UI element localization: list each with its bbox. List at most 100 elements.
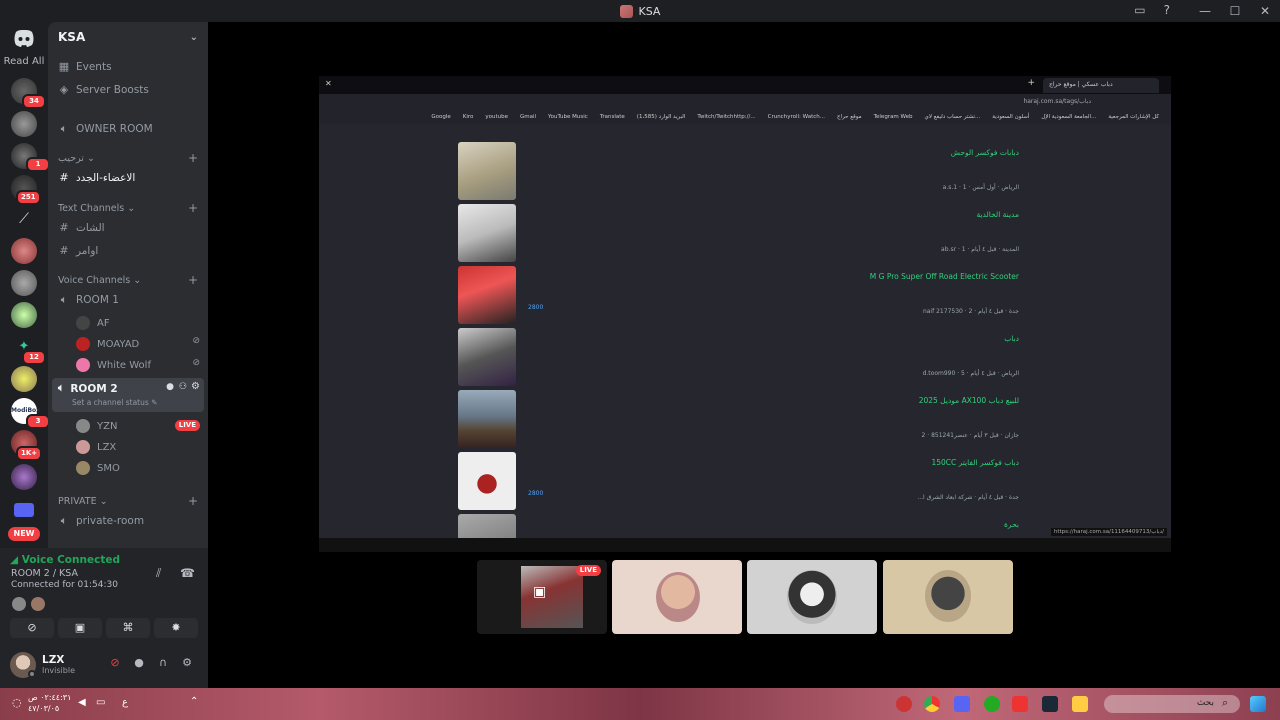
list-item[interactable]: بحرة [458,514,1019,538]
help-icon[interactable]: ? [1164,3,1170,17]
add-channel-icon[interactable]: + [188,151,198,165]
headphones-icon[interactable]: ∩ [154,656,172,669]
listing-thumbnail[interactable] [458,328,516,386]
channel-commands[interactable]: # اوامر [58,244,98,257]
disconnect-icon[interactable]: ☎ [180,566,195,580]
listing-title[interactable]: بحرة [1004,520,1019,529]
server-icon[interactable] [11,464,37,490]
guild-header[interactable]: KSA ⌄ [48,22,208,52]
close-icon[interactable]: ✕ [325,79,332,88]
camera-off-icon[interactable]: ⊘ [106,656,124,669]
category-voice-channels[interactable]: Voice Channels ⌄ [58,275,141,286]
list-item[interactable]: M G Pro Super Off Road Electric Scooter … [458,266,1019,326]
xbox-icon[interactable] [984,696,1000,712]
inbox-icon[interactable]: ▭ [1134,3,1145,17]
chevron-up-icon[interactable]: ⌃ [190,696,198,707]
server-icon[interactable] [11,238,37,264]
listing-thumbnail[interactable] [458,390,516,448]
gear-icon[interactable]: ⚙ [191,381,200,392]
voice-user[interactable]: SMO [76,461,120,475]
server-icon[interactable] [11,302,37,328]
events-item[interactable]: ▦ Events [58,60,112,73]
maximize-button[interactable]: ☐ [1220,4,1250,18]
listing-title[interactable]: مدينة الخالدية [976,210,1019,219]
list-item[interactable]: دبابات فوكسر الوحش الرياض · أول أمس · a.… [458,142,1019,202]
notification-icon[interactable]: ◌ [12,696,22,709]
server-icon[interactable] [11,111,37,137]
server-icon[interactable] [11,366,37,392]
listing-thumbnail[interactable] [458,266,516,324]
category-welcome[interactable]: ترحيب ⌄ [58,153,95,164]
add-channel-icon[interactable]: + [188,494,198,508]
listing-title[interactable]: للبيع دباب AX100 موديل 2025 [919,396,1019,405]
participant-tile[interactable] [883,560,1013,634]
list-item[interactable]: للبيع دباب AX100 موديل 2025 جازان · قبل … [458,390,1019,450]
noise-suppression-icon[interactable]: ⫽ [156,566,161,581]
listing-title[interactable]: M G Pro Super Off Road Electric Scooter [870,272,1019,281]
add-user-icon[interactable]: ⚇ [179,382,187,392]
channel-chat[interactable]: # الشات [58,221,104,234]
minimize-button[interactable]: — [1190,4,1220,18]
gear-icon[interactable]: ⚙ [178,656,196,669]
category-private[interactable]: PRIVATE ⌄ [58,496,108,507]
streamed-browser[interactable]: ✕ + دباب عسكي | موقع حراج haraj.com.sa/t… [319,76,1171,552]
server-icon[interactable] [11,270,37,296]
language-icon[interactable]: ع [122,697,128,708]
microphone-icon[interactable]: ● [130,656,148,669]
chat-icon[interactable]: ● [166,382,174,392]
server-boosts-item[interactable]: ◈ Server Boosts [58,83,149,96]
windows-start-icon[interactable] [1250,696,1266,712]
address-input[interactable]: haraj.com.sa/tags/دباب [1023,98,1091,105]
chrome-icon[interactable] [924,696,940,712]
soundboard-button[interactable]: ✸ [154,618,198,638]
voice-channel-room1[interactable]: 🔈︎ ROOM 1 [58,293,119,307]
chart-server-icon[interactable]: ⟋ [11,206,37,232]
category-text-channels[interactable]: Text Channels ⌄ [58,203,135,214]
listing-thumbnail[interactable] [458,142,516,200]
discord-home-icon[interactable] [12,28,36,48]
channel-new-members[interactable]: # الاعضاء-الجدد [58,171,135,184]
taskbar-search[interactable]: بحث [1104,695,1240,713]
discord-icon[interactable] [954,696,970,712]
add-channel-icon[interactable]: + [188,273,198,287]
voice-user[interactable]: White Wolf [76,358,151,372]
voice-user[interactable]: LZX [76,440,116,454]
list-item[interactable]: مدينة الخالدية المدينة · قبل ٤ أيام · ab… [458,204,1019,264]
listing-thumbnail[interactable] [458,514,516,538]
folder-icon[interactable] [14,503,34,517]
app-icon[interactable] [896,696,912,712]
voice-user[interactable]: MOAYAD [76,337,139,351]
channel-private-room[interactable]: 🔈︎ private-room [58,514,144,528]
listing-title[interactable]: دبابات فوكسر الوحش [951,148,1019,157]
list-item[interactable]: دباب فوكسر الفايتر 150CC 2800 جدة · قبل … [458,452,1019,512]
activities-button[interactable]: ⌘ [106,618,150,638]
speaker-icon[interactable]: ◀ [78,697,86,708]
add-tab-icon[interactable]: + [1027,78,1035,88]
listing-title[interactable]: دباب فوكسر الفايتر 150CC [931,458,1019,467]
channel-status[interactable]: Set a channel status ✎ [72,398,157,407]
participant-tile-stream[interactable]: ▣ LIVE [477,560,607,634]
listing-thumbnail[interactable] [458,452,516,510]
close-button[interactable]: ✕ [1250,4,1280,18]
read-all-button[interactable]: Read All [0,56,48,67]
screen-share-button[interactable]: ▣ [58,618,102,638]
owner-room-channel[interactable]: 🔈︎ OWNER ROOM [58,122,153,136]
display-icon[interactable]: ▭ [96,697,105,708]
participant-tile[interactable] [612,560,742,634]
taskbar-clock[interactable]: ٠٢:٤٤:٣١ ص ٤٧/٠٣/٠٥ [28,692,71,714]
listing-thumbnail[interactable] [458,204,516,262]
voice-user[interactable]: YZN [76,419,117,433]
browser-urlbar[interactable]: haraj.com.sa/tags/دباب [319,94,1171,112]
camera-off-button[interactable]: ⊘ [10,618,54,638]
voice-channel-room2[interactable]: 🔈︎ ROOM 2 Set a channel status ✎ ● ⚇ ⚙ [52,378,204,412]
add-channel-icon[interactable]: + [188,201,198,215]
browser-tab[interactable]: دباب عسكي | موقع حراج [1043,78,1159,93]
folder-icon[interactable] [1072,696,1088,712]
voice-user[interactable]: AF [76,316,110,330]
steam-icon[interactable] [1042,696,1058,712]
voice-status[interactable]: ◢ Voice Connected [10,554,120,566]
listing-title[interactable]: دباب [1004,334,1019,343]
list-item[interactable]: دباب الرياض · قبل ٤ أيام · d.toom990 · 5 [458,328,1019,388]
media-icon[interactable] [1012,696,1028,712]
participant-tile[interactable] [747,560,877,634]
